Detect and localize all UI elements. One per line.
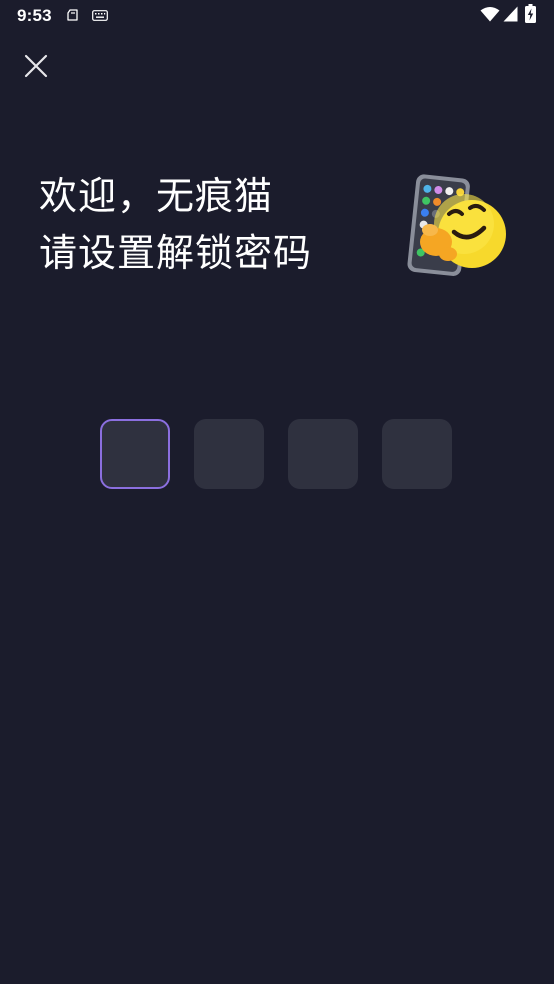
close-icon (24, 54, 48, 78)
close-button[interactable] (14, 44, 58, 88)
phone-hug-emoji-icon (407, 174, 506, 276)
status-bar: 9:53 (0, 0, 554, 32)
battery-charging-icon (525, 4, 536, 23)
welcome-heading: 欢迎，无痕猫 请设置解锁密码 (39, 168, 312, 282)
clipboard-icon (67, 9, 78, 21)
status-time: 9:53 (17, 6, 52, 25)
welcome-title: 欢迎，无痕猫 (39, 174, 274, 218)
set-password-prompt: 请设置解锁密码 (39, 231, 313, 275)
signal-icon (503, 6, 518, 22)
keyboard-icon (92, 10, 108, 21)
wifi-icon (480, 7, 500, 22)
